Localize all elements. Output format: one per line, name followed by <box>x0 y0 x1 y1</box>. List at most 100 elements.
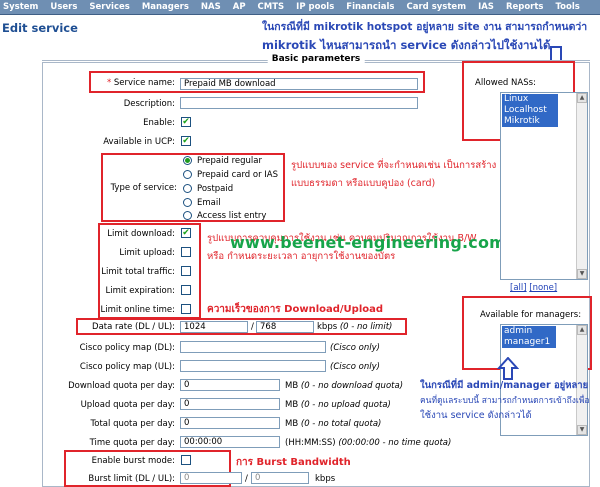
service-name-label: * Service name: <box>106 78 175 88</box>
limit-online-checkbox[interactable] <box>181 304 191 314</box>
annotation-nas-line2: mikrotik ไหนสามารถนำ service ดังกล่าวไปใ… <box>262 38 551 52</box>
menu-financials[interactable]: Financials <box>346 2 394 12</box>
menu-users[interactable]: Users <box>50 2 77 12</box>
nas-all-link[interactable]: [all] <box>510 283 527 293</box>
menu-managers[interactable]: Managers <box>142 2 189 12</box>
total-quota-hint: MB (0 - no total quota) <box>285 419 382 429</box>
description-input[interactable] <box>180 97 418 109</box>
time-quota-input[interactable]: 00:00:00 <box>180 436 280 448</box>
nas-item-localhost[interactable]: Localhost <box>502 105 558 116</box>
time-quota-label: Time quota per day: <box>89 438 175 448</box>
data-rate-separator: / <box>251 322 254 332</box>
radio-email[interactable] <box>183 198 192 207</box>
annotation-managers-line1: ในกรณีที่มี admin/manager อยู่หลาย <box>420 380 589 391</box>
menu-ip-pools[interactable]: IP pools <box>296 2 334 12</box>
allowed-nas-label: Allowed NASs: <box>475 78 536 88</box>
limit-expiration-label: Limit expiration: <box>105 286 176 296</box>
data-rate-label: Data rate (DL / UL): <box>92 322 175 332</box>
menu-ias[interactable]: IAS <box>478 2 494 12</box>
managers-label: Available for managers: <box>480 310 582 320</box>
data-rate-dl-input[interactable]: 1024 <box>180 321 248 333</box>
page-title: Edit service <box>2 21 78 35</box>
download-quota-hint: MB (0 - no download quota) <box>285 381 404 391</box>
total-quota-label: Total quota per day: <box>90 419 175 429</box>
cisco-dl-input[interactable] <box>180 341 326 353</box>
panel-title: Basic parameters <box>267 54 365 64</box>
burst-unit: kbps <box>315 474 336 484</box>
scroll-up-icon[interactable]: ▲ <box>577 93 587 103</box>
menu-services[interactable]: Services <box>89 2 129 12</box>
option-access-list: Access list entry <box>197 211 267 221</box>
menu-card-system[interactable]: Card system <box>407 2 467 12</box>
burst-separator: / <box>245 474 248 484</box>
menu-tools[interactable]: Tools <box>556 2 580 12</box>
scroll-down-icon[interactable]: ▼ <box>577 269 587 279</box>
download-quota-label: Download quota per day: <box>68 381 175 391</box>
menu-system[interactable]: System <box>3 2 38 12</box>
nas-item-linux[interactable]: Linux <box>502 94 558 105</box>
annotation-managers-line2: คนที่ดูแลระบบนี้ สามารถกำหนดการเข้าถึงเพ… <box>420 396 590 406</box>
cisco-ul-hint: (Cisco only) <box>330 362 380 372</box>
radio-access-list[interactable] <box>183 211 192 220</box>
available-ucp-label: Available in UCP: <box>103 137 175 147</box>
limit-total-label: Limit total traffic: <box>101 267 175 277</box>
nas-none-link[interactable]: [none] <box>529 283 557 293</box>
menu-reports[interactable]: Reports <box>506 2 544 12</box>
top-menu-bar: System Users Services Managers NAS AP CM… <box>0 0 600 15</box>
cisco-dl-hint: (Cisco only) <box>330 343 380 353</box>
time-quota-hint: (HH:MM:SS) (00:00:00 - no time quota) <box>285 438 452 448</box>
upload-quota-hint: MB (0 - no upload quota) <box>285 400 391 410</box>
type-of-service-label: Type of service: <box>110 183 177 193</box>
cisco-ul-input[interactable] <box>180 360 326 372</box>
description-label: Description: <box>123 99 175 109</box>
burst-mode-checkbox[interactable] <box>181 455 191 465</box>
nas-item-mikrotik[interactable]: Mikrotik <box>502 116 558 127</box>
enable-label: Enable: <box>143 118 175 128</box>
menu-cmts[interactable]: CMTS <box>258 2 285 12</box>
enable-checkbox[interactable]: ✔ <box>181 117 191 127</box>
burst-limit-label: Burst limit (DL / UL): <box>88 474 175 484</box>
limit-download-label: Limit download: <box>107 229 175 239</box>
option-email: Email <box>197 198 221 208</box>
data-rate-hint: kbps (0 - no limit) <box>317 322 393 332</box>
manager-item-admin[interactable]: admin <box>502 326 556 337</box>
annotation-type-line1: รูปแบบของ service ที่จะกำหนดเช่น เป็นการ… <box>291 160 520 171</box>
limit-upload-checkbox[interactable] <box>181 247 191 257</box>
nas-select-links: [all] [none] <box>510 283 557 293</box>
service-name-input[interactable]: Prepaid MB download <box>180 78 418 90</box>
cisco-dl-label: Cisco policy map (DL): <box>79 343 175 353</box>
limit-online-label: Limit online time: <box>100 305 175 315</box>
annotation-managers-line3: ใช้งาน service ดังกล่าวได้ <box>420 410 532 421</box>
scroll-down-icon[interactable]: ▼ <box>577 425 587 435</box>
burst-dl-input[interactable]: 0 <box>180 472 242 484</box>
limit-download-checkbox[interactable]: ✔ <box>181 228 191 238</box>
annotation-type-line2: แบบธรรมดา หรือแบบคูปอง (card) <box>291 178 436 189</box>
radio-prepaid-card[interactable] <box>183 170 192 179</box>
burst-ul-input[interactable]: 0 <box>251 472 309 484</box>
scroll-up-icon[interactable]: ▲ <box>577 325 587 335</box>
data-rate-ul-input[interactable]: 768 <box>256 321 314 333</box>
annotation-burst: การ Burst Bandwidth <box>236 457 351 468</box>
menu-nas[interactable]: NAS <box>201 2 221 12</box>
limit-upload-label: Limit upload: <box>119 248 175 258</box>
upload-quota-label: Upload quota per day: <box>80 400 175 410</box>
menu-ap[interactable]: AP <box>233 2 246 12</box>
upload-quota-input[interactable]: 0 <box>180 398 280 410</box>
available-ucp-checkbox[interactable]: ✔ <box>181 136 191 146</box>
manager-item-manager1[interactable]: manager1 <box>502 337 556 348</box>
limit-expiration-checkbox[interactable] <box>181 285 191 295</box>
download-quota-input[interactable]: 0 <box>180 379 280 391</box>
annotation-nas-line1: ในกรณีที่มี mikrotik hotspot อยู่หลาย si… <box>262 21 588 33</box>
option-prepaid-card: Prepaid card or IAS <box>197 170 279 180</box>
limit-total-checkbox[interactable] <box>181 266 191 276</box>
allowed-nas-list[interactable]: Linux Localhost Mikrotik ▲ ▼ <box>500 92 588 280</box>
cisco-ul-label: Cisco policy map (UL): <box>79 362 175 372</box>
burst-mode-label: Enable burst mode: <box>91 456 175 466</box>
nas-scrollbar[interactable]: ▲ ▼ <box>576 93 587 279</box>
radio-postpaid[interactable] <box>183 184 192 193</box>
total-quota-input[interactable]: 0 <box>180 417 280 429</box>
option-postpaid: Postpaid <box>197 184 234 194</box>
watermark-text: www.beenet-engineering.com <box>230 233 507 252</box>
annotation-speed: ความเร็วของการ Download/Upload <box>207 304 384 315</box>
radio-prepaid-regular[interactable] <box>183 156 192 165</box>
